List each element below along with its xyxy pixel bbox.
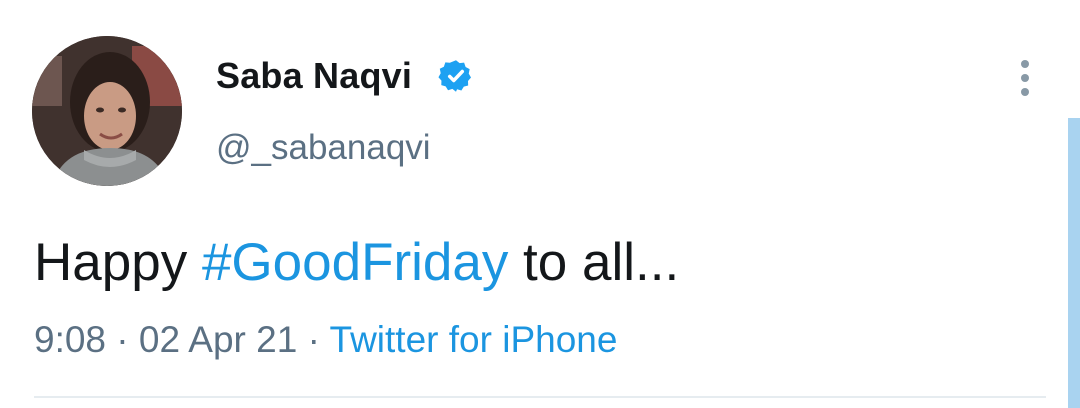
author-display-name[interactable]: Saba Naqvi: [216, 52, 412, 100]
avatar[interactable]: [32, 36, 182, 186]
tweet-source-link[interactable]: Twitter for iPhone: [330, 319, 618, 360]
meta-separator: ·: [106, 319, 139, 360]
divider: [34, 396, 1046, 398]
tweet-meta: 9:08 · 02 Apr 21 · Twitter for iPhone: [34, 317, 617, 363]
tweet-detail: Saba Naqvi @_sabanaqvi Happy #GoodFriday…: [0, 0, 1080, 408]
avatar-image: [32, 36, 182, 186]
tweet-text-after: to all...: [508, 233, 680, 292]
meta-separator: ·: [297, 319, 330, 360]
tweet-text-before: Happy: [34, 233, 202, 292]
hashtag-link[interactable]: #GoodFriday: [202, 233, 508, 292]
author-handle[interactable]: @_sabanaqvi: [216, 125, 431, 171]
scrollbar[interactable]: [1068, 118, 1080, 408]
more-options-icon[interactable]: [1010, 58, 1040, 98]
tweet-date: 02 Apr 21: [138, 319, 298, 360]
verified-badge-icon: [438, 58, 474, 94]
tweet-text: Happy #GoodFriday to all...: [34, 230, 679, 296]
tweet-time: 9:08: [34, 319, 107, 360]
